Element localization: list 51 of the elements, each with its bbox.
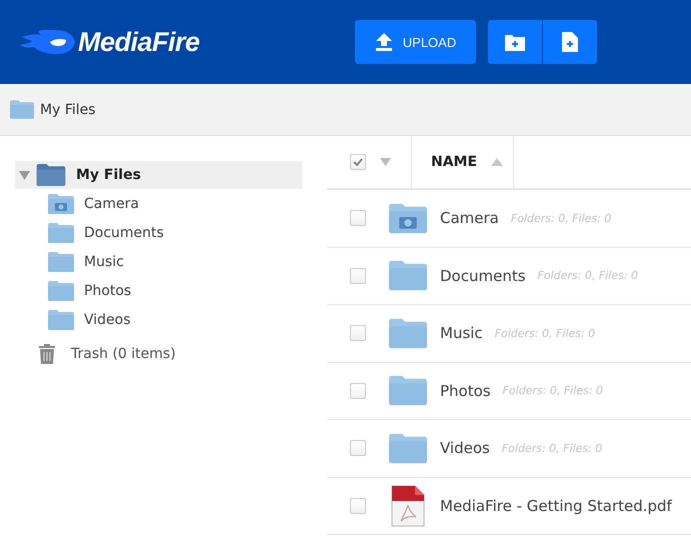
- new-file-icon: [562, 32, 578, 52]
- folder-icon: [389, 432, 427, 465]
- camera-folder-icon: [389, 202, 427, 235]
- new-folder-icon: [505, 34, 525, 50]
- folder-icon: [10, 100, 34, 119]
- mediafire-logo: MediaFire: [78, 26, 200, 58]
- folder-icon: [48, 252, 74, 272]
- folder-icon: [389, 316, 427, 350]
- dropdown-caret-icon[interactable]: [380, 158, 391, 166]
- select-all-checkbox[interactable]: [350, 154, 366, 170]
- trash-icon: [39, 344, 55, 364]
- upload-button[interactable]: UPLOAD: [355, 20, 476, 64]
- folder-info: Folders: 0, Files: 0: [502, 384, 604, 398]
- row-checkbox[interactable]: [350, 210, 366, 226]
- new-file-button[interactable]: [543, 20, 597, 64]
- row-checkbox[interactable]: [350, 440, 366, 456]
- file-name[interactable]: Photos: [440, 382, 491, 400]
- row-checkbox[interactable]: [350, 498, 366, 514]
- folder-icon: [48, 222, 74, 242]
- tree-item[interactable]: Videos: [48, 305, 327, 334]
- folder-icon: [389, 259, 427, 292]
- upload-icon: [374, 33, 393, 51]
- camera-folder-icon: [48, 194, 74, 214]
- file-name[interactable]: Music: [440, 324, 483, 342]
- checkmark-icon: [353, 158, 363, 166]
- new-folder-button[interactable]: [488, 20, 542, 64]
- row-checkbox[interactable]: [350, 382, 366, 399]
- folder-info: Folders: 0, Files: 0: [502, 442, 602, 455]
- tree-item[interactable]: Documents: [48, 218, 327, 247]
- folder-info: Folders: 0, Files: 0: [494, 326, 596, 340]
- file-name[interactable]: Documents: [440, 266, 526, 285]
- folder-icon: [36, 164, 66, 186]
- folder-icon: [48, 310, 74, 330]
- pdf-file-icon: [391, 484, 425, 527]
- file-name[interactable]: MediaFire - Getting Started.pdf: [440, 496, 672, 515]
- tree-item[interactable]: Music: [48, 247, 327, 276]
- flame-logo-icon: [20, 29, 76, 55]
- expand-caret-icon: [19, 170, 30, 180]
- tree-item[interactable]: Camera: [48, 189, 327, 218]
- folder-icon: [48, 280, 74, 300]
- name-column-header[interactable]: NAME: [411, 136, 514, 188]
- row-checkbox[interactable]: [350, 325, 366, 342]
- trash-item[interactable]: Trash (0 items): [39, 338, 327, 370]
- folder-icon: [389, 374, 427, 408]
- tree-item[interactable]: Photos: [48, 276, 327, 305]
- tree-item[interactable]: My Files: [15, 161, 302, 189]
- file-name[interactable]: Videos: [440, 439, 490, 458]
- folder-info: Folders: 0, Files: 0: [538, 269, 638, 282]
- folder-info: Folders: 0, Files: 0: [510, 212, 612, 225]
- row-checkbox[interactable]: [350, 268, 366, 284]
- file-name[interactable]: Camera: [440, 209, 499, 228]
